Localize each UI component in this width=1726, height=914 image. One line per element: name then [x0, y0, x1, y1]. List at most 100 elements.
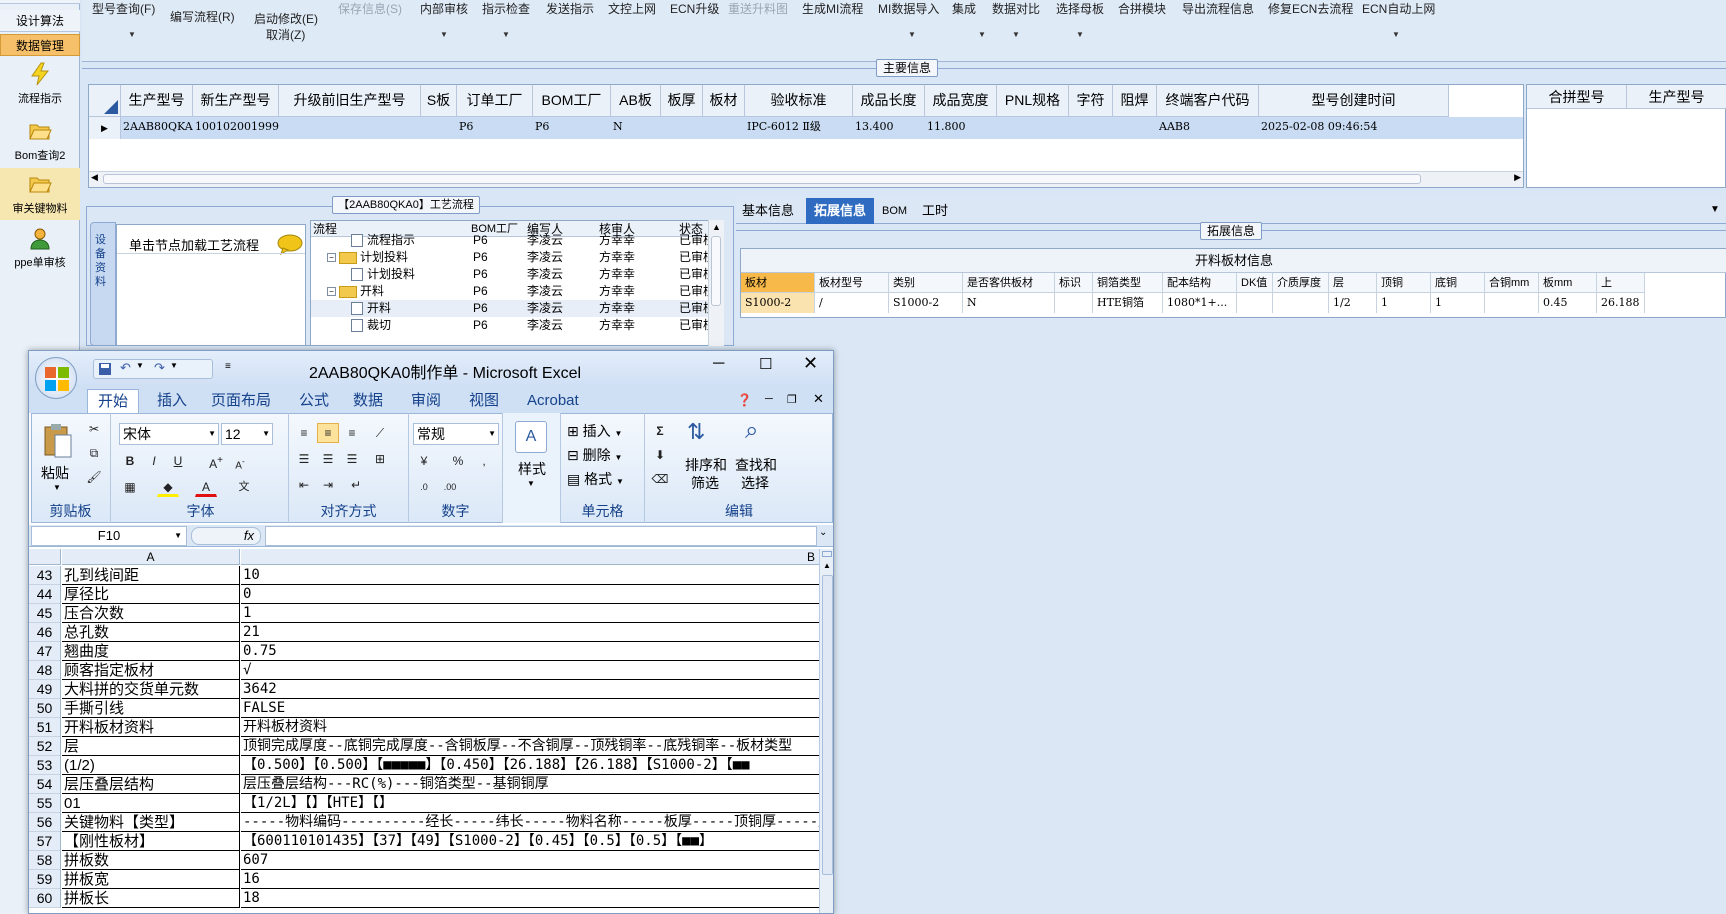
tree-row[interactable]: 计划投料 P6 李凌云 方幸幸 已审核	[311, 266, 723, 283]
row-header[interactable]: 45	[29, 604, 61, 623]
table-cell[interactable]	[1485, 293, 1539, 313]
table-cell[interactable]: 11.800	[927, 117, 997, 139]
italic-icon[interactable]: I	[143, 451, 165, 471]
format-cells-button[interactable]: ▤ 格式 ▼	[567, 469, 624, 489]
col-header[interactable]: AB板	[611, 85, 661, 117]
row-header[interactable]: 46	[29, 623, 61, 642]
col-header[interactable]: 层	[1329, 273, 1377, 293]
row-header[interactable]: 49	[29, 680, 61, 699]
table-cell[interactable]: S1000-2	[889, 293, 963, 313]
col-header[interactable]: BOM工厂	[533, 85, 611, 117]
col-header[interactable]: 是否客供板材	[963, 273, 1055, 293]
col-header[interactable]: 板厚	[661, 85, 703, 117]
sidebar-item-bom-query[interactable]: Bom查询2	[0, 115, 80, 167]
ribbon-minimize-icon[interactable]: ─	[765, 393, 773, 405]
cell-b[interactable]: 顶铜完成厚度--底铜完成厚度--含铜板厚--不含铜厚--顶残铜率--底残铜率--…	[241, 737, 819, 756]
table-cell[interactable]	[1237, 293, 1273, 313]
row-header[interactable]: 51	[29, 718, 61, 737]
row-header[interactable]: 58	[29, 851, 61, 870]
font-color-icon[interactable]: A	[195, 477, 217, 497]
toolbar-generate-mi[interactable]: 生成MI流程	[802, 0, 863, 17]
align-bottom-icon[interactable]: ≡	[341, 423, 363, 443]
table-cell[interactable]	[663, 117, 703, 139]
table-cell[interactable]: N	[613, 117, 661, 139]
wrap-text-icon[interactable]: ↵	[345, 475, 367, 495]
row-header[interactable]: 53	[29, 756, 61, 775]
cell-b[interactable]: 【1/2L】【】【HTE】【】	[241, 794, 819, 813]
toolbar-ecn-upgrade[interactable]: ECN升级	[670, 0, 719, 17]
cell-a[interactable]: 手撕引线	[62, 699, 240, 718]
close-icon[interactable]: ✕	[803, 353, 818, 374]
col-header[interactable]: 底铜	[1431, 273, 1485, 293]
cell-a[interactable]: 翘曲度	[62, 642, 240, 661]
cell-b[interactable]: FALSE	[241, 699, 819, 718]
toolbar-mi-import[interactable]: MI数据导入 ▼	[878, 0, 939, 39]
tab-formulas[interactable]: 公式	[299, 389, 329, 413]
collapse-icon[interactable]: −	[327, 287, 336, 297]
undo-icon[interactable]: ↶	[120, 360, 131, 376]
cell-a[interactable]: (1/2)	[62, 756, 240, 775]
tab-page-layout[interactable]: 页面布局	[211, 389, 271, 413]
table-cell[interactable]: IPC-6012 Ⅱ级	[747, 117, 853, 139]
chevron-down-icon[interactable]: ▼	[1710, 204, 1720, 215]
collapse-icon[interactable]: −	[327, 253, 336, 263]
table-cell[interactable]: P6	[535, 117, 611, 139]
col-header[interactable]: 顶铜	[1377, 273, 1431, 293]
table-cell[interactable]: HTE铜箔	[1093, 293, 1163, 313]
delete-cells-button[interactable]: ⊟ 删除 ▼	[567, 445, 622, 465]
column-header-b[interactable]: B	[241, 549, 819, 565]
cell-b[interactable]: 21	[241, 623, 819, 642]
cell-b[interactable]: 10	[241, 566, 819, 585]
save-icon[interactable]	[98, 362, 112, 376]
tab-insert[interactable]: 插入	[157, 389, 187, 413]
copy-icon[interactable]: ⧉	[83, 443, 105, 463]
col-header[interactable]: 板材	[703, 85, 745, 117]
cell-a[interactable]: 拼板长	[62, 889, 240, 908]
row-header[interactable]: 48	[29, 661, 61, 680]
table-cell[interactable]: 26.188	[1597, 293, 1645, 313]
toolbar-resend-drawing[interactable]: 重送升料图	[728, 0, 788, 17]
scrollbar-thumb[interactable]	[711, 236, 721, 306]
table-cell[interactable]	[1055, 293, 1093, 313]
tree-row[interactable]: − 计划投料 P6 李凌云 方幸幸 已审核	[311, 249, 723, 266]
col-header[interactable]: 验收标准	[745, 85, 853, 117]
styles-icon[interactable]: A	[515, 421, 547, 453]
align-middle-icon[interactable]: ≡	[317, 423, 339, 443]
col-header[interactable]: 新生产型号	[193, 85, 279, 117]
col-header[interactable]: 字符	[1069, 85, 1113, 117]
tab-view[interactable]: 视图	[469, 389, 499, 413]
table-cell[interactable]	[1071, 117, 1113, 139]
tab-acrobat[interactable]: Acrobat	[527, 389, 579, 413]
col-header[interactable]: 阻焊	[1113, 85, 1157, 117]
redo-icon[interactable]: ↷	[154, 360, 165, 376]
cell-b[interactable]: 607	[241, 851, 819, 870]
toolbar-export-process[interactable]: 导出流程信息	[1182, 0, 1254, 17]
borders-icon[interactable]: ▦	[119, 477, 141, 497]
sidebar-item-data-mgmt[interactable]: 数据管理	[0, 34, 80, 56]
minimize-icon[interactable]: ─	[713, 355, 724, 373]
orientation-icon[interactable]: ⟋	[369, 423, 391, 443]
cell-a[interactable]: 层	[62, 737, 240, 756]
formula-input[interactable]	[265, 526, 817, 546]
col-header[interactable]: 铜箔类型	[1093, 273, 1163, 293]
scroll-up-icon[interactable]: ▲	[712, 222, 721, 232]
cut-icon[interactable]: ✂	[83, 419, 105, 439]
toolbar-ecn-auto-upload[interactable]: ECN自动上网 ▼	[1362, 0, 1435, 39]
cell-a[interactable]: 孔到线间距	[62, 566, 240, 585]
clear-icon[interactable]: ⌫	[649, 469, 671, 489]
chevron-down-icon[interactable]: ▼	[170, 361, 178, 370]
paste-button[interactable]: 粘贴	[41, 463, 69, 483]
split-handle[interactable]	[822, 551, 832, 557]
toolbar-save[interactable]: 保存信息(S)	[338, 0, 402, 17]
table-cell[interactable]: 2025-02-08 09:46:54	[1261, 117, 1449, 139]
cell-b[interactable]: 层压叠层结构---RC(%)---铜箔类型--基铜铜厚	[241, 775, 819, 794]
cell-b[interactable]: 1	[241, 604, 819, 623]
cell-b[interactable]: 开料板材资料	[241, 718, 819, 737]
col-header[interactable]: 升级前旧生产型号	[279, 85, 421, 117]
merge-center-icon[interactable]: ⊞	[369, 449, 391, 469]
shrink-font-icon[interactable]: A-	[229, 451, 251, 471]
ribbon-close-icon[interactable]: ✕	[813, 391, 824, 407]
cell-b[interactable]: 16	[241, 870, 819, 889]
col-header[interactable]: 板材	[741, 273, 815, 293]
table-cell[interactable]: 1/2	[1329, 293, 1377, 313]
